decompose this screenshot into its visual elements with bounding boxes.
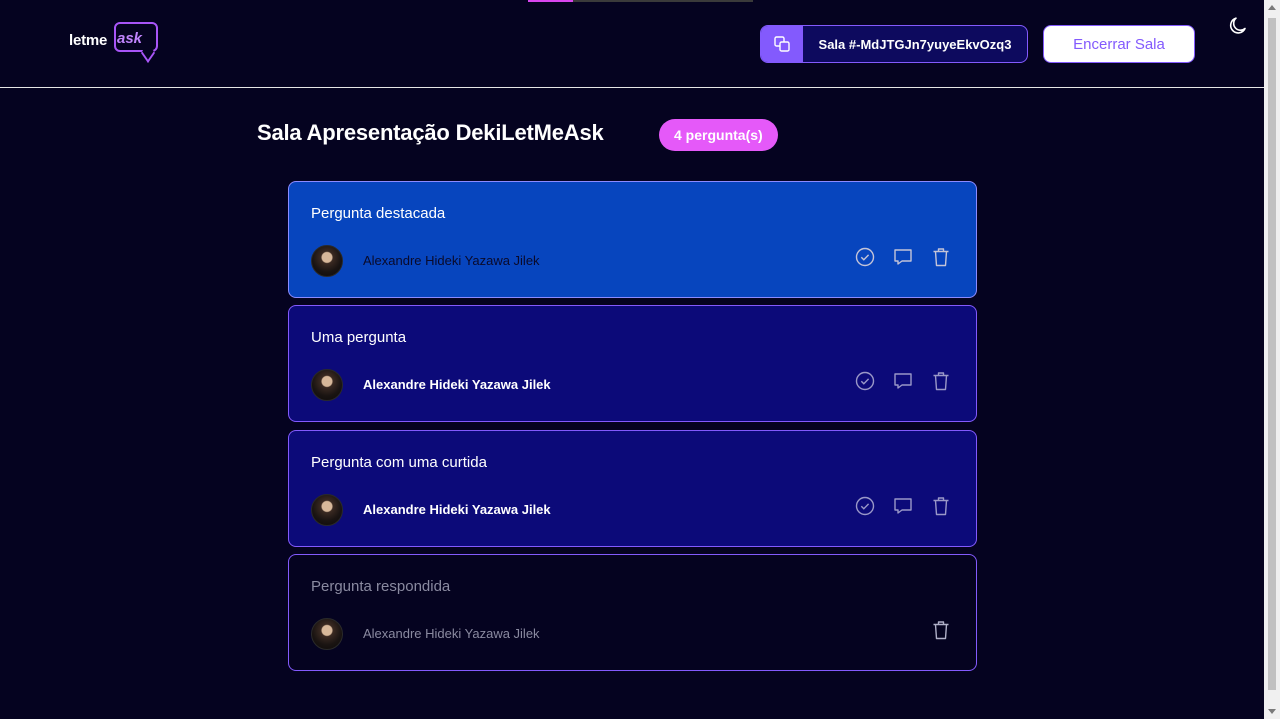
letmeask-logo[interactable]: letme ask	[69, 22, 161, 66]
avatar	[311, 369, 343, 401]
question-card: Uma pergunta Alexandre Hideki Yazawa Jil…	[288, 305, 977, 422]
question-author: Alexandre Hideki Yazawa Jilek	[363, 253, 540, 268]
scroll-up-arrow-icon[interactable]	[1268, 5, 1276, 10]
trash-icon[interactable]	[930, 495, 952, 517]
question-card-highlighted: Pergunta destacada Alexandre Hideki Yaza…	[288, 181, 977, 298]
logo-text-ask: ask	[117, 30, 143, 47]
question-text: Pergunta com uma curtida	[311, 454, 487, 471]
avatar	[311, 618, 343, 650]
page-title: Sala Apresentação DekiLetMeAsk	[257, 120, 604, 145]
moon-icon[interactable]	[1227, 15, 1249, 37]
header: letme ask Sala #-MdJTGJn7yuyeEkvOzq3 Enc…	[0, 0, 1264, 88]
question-card-answered: Pergunta respondida Alexandre Hideki Yaz…	[288, 554, 977, 671]
comment-icon[interactable]	[892, 246, 914, 268]
avatar	[311, 245, 343, 277]
comment-icon[interactable]	[892, 495, 914, 517]
question-text: Pergunta destacada	[311, 205, 446, 222]
scrollbar[interactable]	[1264, 0, 1280, 719]
room-code-label: Sala #-MdJTGJn7yuyeEkvOzq3	[818, 36, 1012, 52]
check-icon[interactable]	[854, 246, 876, 268]
logo-text-letme: letme	[69, 32, 108, 49]
check-icon[interactable]	[854, 370, 876, 392]
trash-icon[interactable]	[930, 370, 952, 392]
avatar	[311, 494, 343, 526]
trash-icon[interactable]	[930, 246, 952, 268]
scroll-down-arrow-icon[interactable]	[1268, 709, 1276, 714]
scrollbar-thumb[interactable]	[1268, 18, 1276, 690]
trash-icon[interactable]	[930, 619, 952, 641]
question-author: Alexandre Hideki Yazawa Jilek	[363, 377, 551, 392]
question-text: Pergunta respondida	[311, 578, 451, 595]
question-count-badge: 4 pergunta(s)	[659, 119, 778, 151]
comment-icon[interactable]	[892, 370, 914, 392]
question-text: Uma pergunta	[311, 329, 407, 346]
question-author: Alexandre Hideki Yazawa Jilek	[363, 626, 540, 641]
question-author: Alexandre Hideki Yazawa Jilek	[363, 502, 551, 517]
room-code-copy-button[interactable]: Sala #-MdJTGJn7yuyeEkvOzq3	[760, 25, 1028, 63]
close-room-button[interactable]: Encerrar Sala	[1043, 25, 1195, 63]
question-card: Pergunta com uma curtida Alexandre Hidek…	[288, 430, 977, 547]
copy-icon	[761, 26, 803, 62]
check-icon[interactable]	[854, 495, 876, 517]
